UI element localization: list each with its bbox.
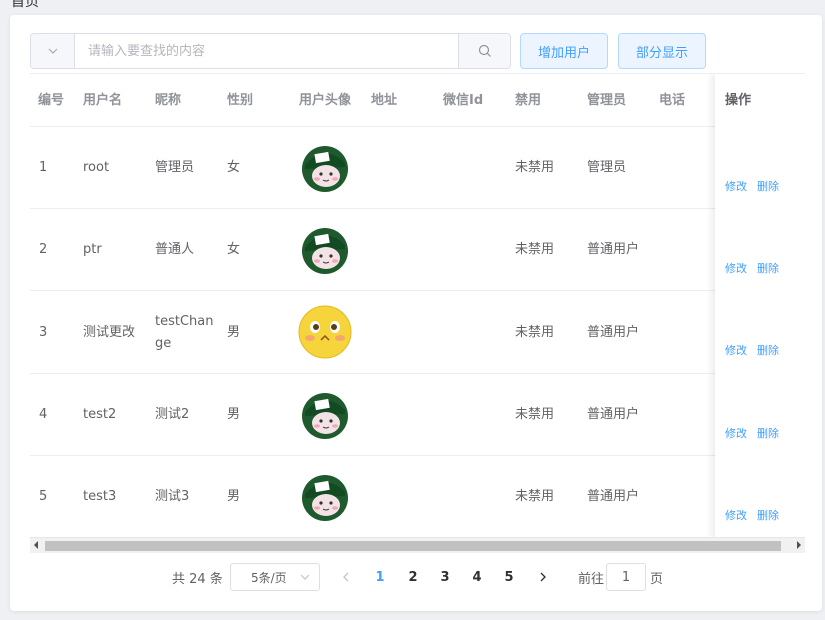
cell-username: 测试更改	[83, 324, 136, 340]
chevron-down-icon	[48, 48, 57, 54]
horizontal-scrollbar[interactable]	[30, 537, 805, 553]
cell-username: test2	[83, 407, 117, 422]
delete-link[interactable]: 删除	[757, 260, 779, 276]
column-header-address: 地址	[371, 93, 398, 108]
cell-disabled: 未禁用	[515, 407, 555, 422]
add-user-button[interactable]: 增加用户	[520, 33, 608, 69]
chevron-right-icon	[540, 572, 546, 582]
cell-username: ptr	[83, 242, 102, 257]
next-page-button[interactable]	[537, 563, 549, 591]
delete-link[interactable]: 删除	[757, 178, 779, 194]
cell-username: root	[83, 160, 110, 175]
cell-id: 3	[39, 324, 48, 340]
cell-disabled: 未禁用	[515, 324, 555, 340]
edit-link[interactable]: 修改	[725, 178, 747, 194]
cell-gender: 女	[227, 242, 241, 257]
column-header-avatar: 用户头像	[299, 93, 352, 108]
cell-admin: 普通用户	[587, 407, 640, 422]
cell-disabled: 未禁用	[515, 242, 555, 257]
delete-link[interactable]: 删除	[757, 425, 779, 441]
page-number[interactable]: 2	[403, 563, 423, 591]
yellow-face-avatar-icon	[298, 305, 352, 359]
column-header-admin: 管理员	[587, 93, 627, 108]
table-row: 4 test2 测试2 男 未禁用 普通用户	[30, 374, 805, 456]
green-hat-avatar-icon	[302, 146, 348, 192]
page-number[interactable]: 4	[467, 563, 487, 591]
user-table: 编号 用户名 昵称 性别 用户头像 地址 微信Id 禁用 管理员 电话 1 ro…	[30, 73, 805, 537]
cell-gender: 男	[227, 324, 241, 340]
search-input[interactable]	[75, 34, 458, 68]
green-hat-avatar-icon	[302, 228, 348, 274]
edit-link[interactable]: 修改	[725, 425, 747, 441]
cell-gender: 女	[227, 160, 241, 175]
delete-link[interactable]: 删除	[757, 342, 779, 358]
page-number[interactable]: 1	[370, 563, 390, 591]
cell-username: test3	[83, 489, 117, 504]
user-management-card: 增加用户 部分显示 编号 用户名 昵称 性别 用户头像 地址 微信Id 禁用 管…	[10, 15, 822, 611]
cell-nickname: 管理员	[155, 160, 195, 175]
scroll-left-arrow-icon[interactable]	[34, 541, 38, 549]
cell-id: 5	[39, 489, 48, 504]
chevron-left-icon	[343, 572, 349, 582]
chevron-down-icon	[300, 574, 310, 580]
cell-id: 2	[39, 242, 48, 257]
cell-disabled: 未禁用	[515, 160, 555, 175]
total-count: 共 24 条	[172, 571, 223, 587]
page-number[interactable]: 5	[499, 563, 519, 591]
cell-id: 4	[39, 407, 48, 422]
breadcrumb: 首页	[11, 0, 39, 10]
goto-page-box[interactable]	[606, 563, 646, 591]
page-size-select[interactable]: 5条/页	[230, 563, 320, 591]
cell-admin: 普通用户	[587, 324, 640, 340]
search-bar	[30, 33, 511, 69]
table-row: 2 ptr 普通人 女 未禁用 普通用户	[30, 209, 805, 291]
search-field-select[interactable]	[31, 34, 75, 68]
table-row: 1 root 管理员 女 未禁用 管理员	[30, 127, 805, 209]
cell-nickname: 测试2	[155, 407, 190, 422]
scroll-right-arrow-icon[interactable]	[797, 541, 801, 549]
scrollbar-thumb[interactable]	[45, 541, 781, 551]
column-header-disabled: 禁用	[515, 93, 542, 108]
page-size-value: 5条/页	[251, 570, 287, 585]
column-header-id: 编号	[38, 93, 65, 108]
table-header: 编号 用户名 昵称 性别 用户头像 地址 微信Id 禁用 管理员 电话	[30, 74, 805, 127]
green-hat-avatar-icon	[302, 393, 348, 439]
prev-page-button[interactable]	[340, 563, 352, 591]
column-header-username: 用户名	[83, 93, 123, 108]
edit-link[interactable]: 修改	[725, 507, 747, 523]
edit-link[interactable]: 修改	[725, 260, 747, 276]
cell-admin: 管理员	[587, 160, 627, 175]
cell-admin: 普通用户	[587, 489, 640, 504]
cell-disabled: 未禁用	[515, 489, 555, 504]
cell-nickname: 普通人	[155, 242, 195, 257]
cell-admin: 普通用户	[587, 242, 640, 257]
column-header-gender: 性别	[227, 93, 254, 108]
goto-label: 前往	[578, 571, 605, 587]
goto-unit: 页	[650, 571, 664, 587]
table-row: 5 test3 测试3 男 未禁用 普通用户	[30, 456, 805, 537]
partial-display-button[interactable]: 部分显示	[618, 33, 706, 69]
column-header-nickname: 昵称	[155, 93, 182, 108]
pagination: 共 24 条 5条/页 1 2 3 4 5 前往 页	[10, 563, 822, 593]
delete-link[interactable]: 删除	[757, 507, 779, 523]
operations-column: 操作 修改 删除 修改 删除 修改 删除 修改 删除 修改 删除	[715, 74, 805, 537]
column-header-wechat: 微信Id	[443, 93, 484, 108]
goto-page-input[interactable]	[607, 569, 645, 585]
cell-nickname: testChange	[155, 313, 214, 351]
cell-id: 1	[39, 160, 48, 175]
page-number[interactable]: 3	[435, 563, 455, 591]
cell-gender: 男	[227, 407, 241, 422]
column-header-operations: 操作	[725, 93, 752, 108]
cell-nickname: 测试3	[155, 489, 190, 504]
green-hat-avatar-icon	[302, 475, 348, 521]
search-button[interactable]	[458, 34, 510, 68]
cell-gender: 男	[227, 489, 241, 504]
column-header-phone: 电话	[659, 93, 686, 108]
edit-link[interactable]: 修改	[725, 342, 747, 358]
search-icon	[478, 44, 491, 57]
table-row: 3 测试更改 testChange 男 未禁用 普通用户	[30, 291, 805, 374]
